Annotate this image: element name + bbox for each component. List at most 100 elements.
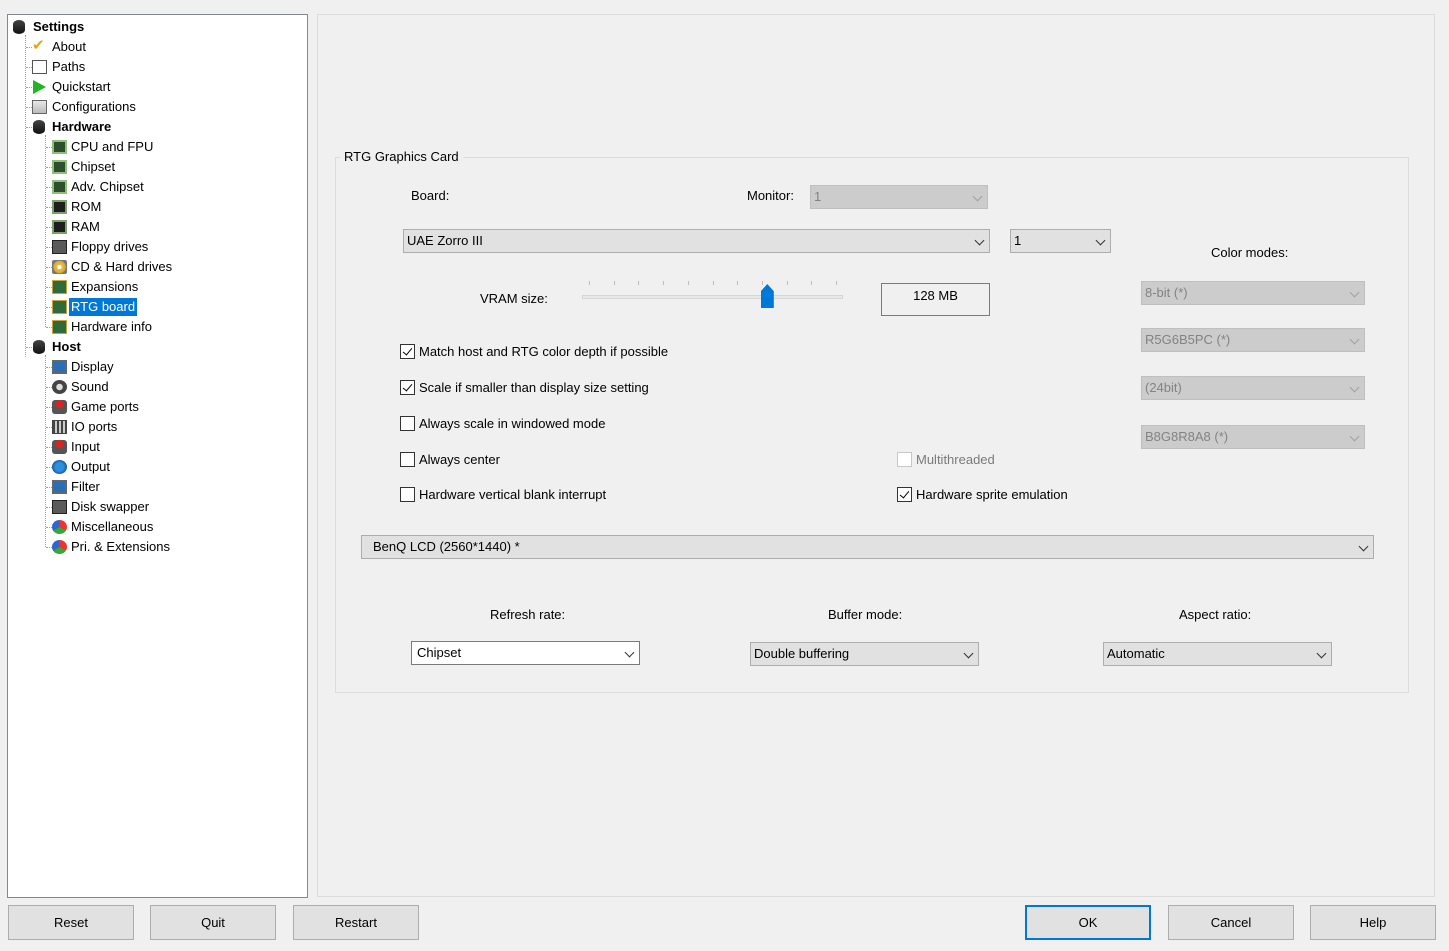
tree-item-input[interactable]: Input	[8, 437, 298, 457]
database-icon	[13, 20, 25, 34]
tree-item-expansions[interactable]: Expansions	[8, 277, 298, 297]
color-modes-label: Color modes:	[1211, 245, 1289, 260]
multi-icon	[52, 540, 67, 554]
chevron-down-icon	[972, 191, 983, 202]
tree-item-adv-chipset[interactable]: Adv. Chipset	[8, 177, 298, 197]
tree-item-chipset[interactable]: Chipset	[8, 157, 298, 177]
tree-item-rtg-board[interactable]: RTG board	[8, 297, 298, 317]
card-icon	[52, 320, 67, 334]
tree-item-label: RAM	[71, 219, 100, 234]
database-icon	[33, 120, 45, 134]
restart-button[interactable]: Restart	[293, 905, 419, 940]
color-mode-8bit-select[interactable]: 8-bit (*)	[1141, 281, 1365, 305]
scale-if-smaller-checkbox[interactable]	[400, 380, 415, 395]
color-mode-32bit-select[interactable]: B8G8R8A8 (*)	[1141, 425, 1365, 449]
aspect-ratio-select[interactable]: Automatic	[1103, 642, 1332, 666]
color-mode-value: B8G8R8A8 (*)	[1145, 429, 1229, 444]
tree-item-label: Sound	[71, 379, 109, 394]
always-center-checkbox[interactable]	[400, 452, 415, 467]
tree-item-cd-hard-drives[interactable]: CD & Hard drives	[8, 257, 298, 277]
color-mode-16bit-select[interactable]: R5G6B5PC (*)	[1141, 328, 1365, 352]
tree-item-hardware-info[interactable]: Hardware info	[8, 317, 298, 337]
tree-group-hardware[interactable]: Hardware	[8, 117, 298, 137]
config-icon	[32, 100, 47, 114]
tree-item-label: Pri. & Extensions	[71, 539, 170, 554]
monitor-select[interactable]: 1	[810, 185, 988, 209]
chevron-down-icon	[1095, 235, 1106, 246]
tree-item-label: Chipset	[71, 159, 116, 174]
document-icon	[32, 60, 47, 74]
tree-item-cpu-fpu[interactable]: CPU and FPU	[8, 137, 298, 157]
tree-item-configurations[interactable]: Configurations	[8, 97, 298, 117]
tree-item-label: Output	[71, 459, 111, 474]
chevron-down-icon	[1349, 287, 1360, 298]
tree-item-filter[interactable]: Filter	[8, 477, 298, 497]
tree-group-host[interactable]: Host	[8, 337, 298, 357]
check-icon	[32, 36, 47, 56]
tree-item-output[interactable]: Output	[8, 457, 298, 477]
multithreaded-label: Multithreaded	[916, 452, 995, 467]
slider-tick	[613, 281, 615, 285]
io-port-icon	[52, 420, 67, 434]
board-index-select[interactable]: 1	[1010, 229, 1111, 253]
tree-item-label: Quickstart	[52, 79, 111, 94]
vblank-interrupt-checkbox[interactable]	[400, 487, 415, 502]
sprite-emulation-checkbox[interactable]	[897, 487, 912, 502]
reset-button[interactable]: Reset	[8, 905, 134, 940]
help-button[interactable]: Help	[1310, 905, 1436, 940]
tree-item-pri-extensions[interactable]: Pri. & Extensions	[8, 537, 298, 557]
vram-slider-track[interactable]	[582, 295, 843, 299]
buffer-mode-select[interactable]: Double buffering	[750, 642, 979, 666]
always-center-label: Always center	[419, 452, 500, 467]
ok-button[interactable]: OK	[1025, 905, 1151, 940]
cancel-button[interactable]: Cancel	[1168, 905, 1294, 940]
scale-if-smaller-label: Scale if smaller than display size setti…	[419, 380, 649, 395]
tree-item-rom[interactable]: ROM	[8, 197, 298, 217]
tree-item-quickstart[interactable]: Quickstart	[8, 77, 298, 97]
display-select[interactable]: BenQ LCD (2560*1440) *	[361, 535, 1374, 559]
multithreaded-checkbox[interactable]	[897, 452, 912, 467]
tree-item-sound[interactable]: Sound	[8, 377, 298, 397]
slider-tick	[836, 281, 837, 285]
tree-item-game-ports[interactable]: Game ports	[8, 397, 298, 417]
color-mode-24bit-select[interactable]: (24bit)	[1141, 376, 1365, 400]
chevron-down-icon	[1316, 648, 1327, 659]
tree-item-display[interactable]: Display	[8, 357, 298, 377]
always-scale-windowed-checkbox[interactable]	[400, 416, 415, 431]
floppy-icon	[52, 240, 67, 254]
tree-item-label: About	[52, 39, 86, 54]
tree-item-paths[interactable]: Paths	[8, 57, 298, 77]
card-icon	[52, 300, 67, 314]
tree-item-disk-swapper[interactable]: Disk swapper	[8, 497, 298, 517]
tree-root-settings[interactable]: Settings	[8, 17, 298, 37]
cd-icon	[52, 260, 67, 274]
tree-item-about[interactable]: About	[8, 36, 298, 57]
tree-item-label: ROM	[71, 199, 102, 214]
chevron-down-icon	[1358, 541, 1369, 552]
settings-tree[interactable]: Settings About Paths Quickstart Configur…	[7, 14, 308, 898]
chip-icon	[52, 140, 67, 154]
color-mode-value: R5G6B5PC (*)	[1145, 332, 1231, 347]
match-color-depth-checkbox[interactable]	[400, 344, 415, 359]
slider-tick	[761, 281, 763, 285]
chip-icon	[52, 200, 67, 214]
tree-item-label: Hardware	[52, 119, 112, 134]
tree-item-floppy-drives[interactable]: Floppy drives	[8, 237, 298, 257]
tree-item-ram[interactable]: RAM	[8, 217, 298, 237]
chevron-down-icon	[1349, 334, 1360, 345]
tree-item-label: RTG board	[69, 298, 138, 316]
refresh-rate-value: Chipset	[417, 645, 462, 660]
card-icon	[52, 280, 67, 294]
tree-item-io-ports[interactable]: IO ports	[8, 417, 298, 437]
chip-icon	[52, 160, 67, 174]
rtg-group-title: RTG Graphics Card	[340, 149, 463, 165]
display-icon	[52, 480, 67, 494]
tree-item-label: Configurations	[52, 99, 136, 114]
monitor-select-value: 1	[814, 189, 822, 204]
board-select[interactable]: UAE Zorro III	[403, 229, 990, 253]
tree-item-miscellaneous[interactable]: Miscellaneous	[8, 517, 298, 537]
refresh-rate-select[interactable]: Chipset	[411, 641, 640, 665]
quit-button[interactable]: Quit	[150, 905, 276, 940]
tree-item-label: Paths	[52, 59, 86, 74]
tree-item-label: Floppy drives	[71, 239, 149, 254]
